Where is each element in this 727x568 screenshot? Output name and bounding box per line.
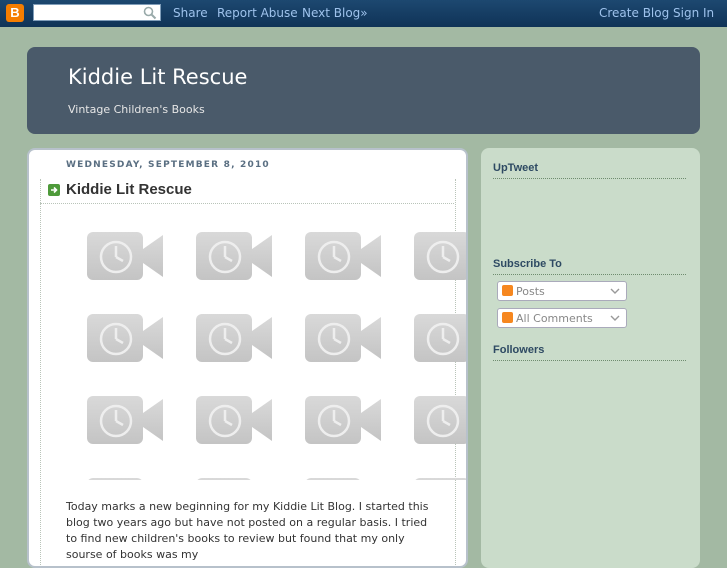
video-clock-icon[interactable] — [195, 477, 273, 480]
blog-description: Vintage Children's Books — [68, 103, 205, 116]
post-title-row: Kiddie Lit Rescue — [40, 179, 454, 204]
video-clock-icon[interactable] — [413, 395, 466, 445]
post-title[interactable]: Kiddie Lit Rescue — [66, 181, 192, 198]
subscribe-posts-dropdown[interactable]: Posts — [497, 281, 627, 301]
divider — [493, 178, 686, 179]
video-clock-icon[interactable] — [304, 395, 382, 445]
share-link[interactable]: Share — [173, 6, 208, 20]
subscribe-posts-label: Posts — [516, 285, 545, 298]
divider — [493, 274, 686, 275]
arrow-right-icon — [48, 184, 60, 196]
post-date: WEDNESDAY, SEPTEMBER 8, 2010 — [66, 160, 270, 170]
search-box — [33, 4, 161, 24]
video-clock-icon[interactable] — [413, 231, 466, 281]
followers-title: Followers — [493, 344, 545, 356]
video-clock-icon[interactable] — [413, 313, 466, 363]
chevron-down-icon — [610, 315, 620, 321]
video-clock-icon[interactable] — [86, 313, 164, 363]
video-clock-icon[interactable] — [195, 231, 273, 281]
blog-header: Kiddie Lit Rescue Vintage Children's Boo… — [27, 47, 700, 134]
next-blog-link[interactable]: Next Blog» — [302, 6, 368, 20]
video-placeholder-grid — [41, 205, 466, 480]
chevron-down-icon — [610, 288, 620, 294]
video-clock-icon[interactable] — [86, 477, 164, 480]
divider — [493, 360, 686, 361]
video-clock-icon[interactable] — [195, 313, 273, 363]
rss-feed-icon — [502, 285, 513, 296]
video-clock-icon[interactable] — [304, 313, 382, 363]
subscribe-comments-dropdown[interactable]: All Comments — [497, 308, 627, 328]
blog-title[interactable]: Kiddie Lit Rescue — [68, 65, 247, 89]
blogger-navbar: B Share Report Abuse Next Blog» Create B… — [0, 0, 727, 27]
video-clock-icon[interactable] — [86, 231, 164, 281]
uptweet-title: UpTweet — [493, 162, 539, 174]
search-icon[interactable] — [143, 6, 157, 20]
video-clock-icon[interactable] — [304, 231, 382, 281]
video-clock-icon[interactable] — [304, 477, 382, 480]
video-clock-icon[interactable] — [413, 477, 466, 480]
subscribe-comments-label: All Comments — [516, 312, 593, 325]
rss-feed-icon — [502, 312, 513, 323]
sign-in-link[interactable]: Sign In — [673, 6, 714, 20]
video-clock-icon[interactable] — [86, 395, 164, 445]
post-body: Today marks a new beginning for my Kiddi… — [66, 500, 429, 561]
create-blog-link[interactable]: Create Blog — [599, 6, 669, 20]
search-input[interactable] — [34, 9, 148, 24]
subscribe-title: Subscribe To — [493, 258, 562, 270]
main-column: WEDNESDAY, SEPTEMBER 8, 2010 Kiddie Lit … — [27, 148, 468, 568]
report-abuse-link[interactable]: Report Abuse — [217, 6, 298, 20]
sidebar: UpTweet Subscribe To Posts All Comments … — [481, 148, 700, 568]
blogger-logo-icon[interactable]: B — [6, 4, 24, 22]
video-clock-icon[interactable] — [195, 395, 273, 445]
